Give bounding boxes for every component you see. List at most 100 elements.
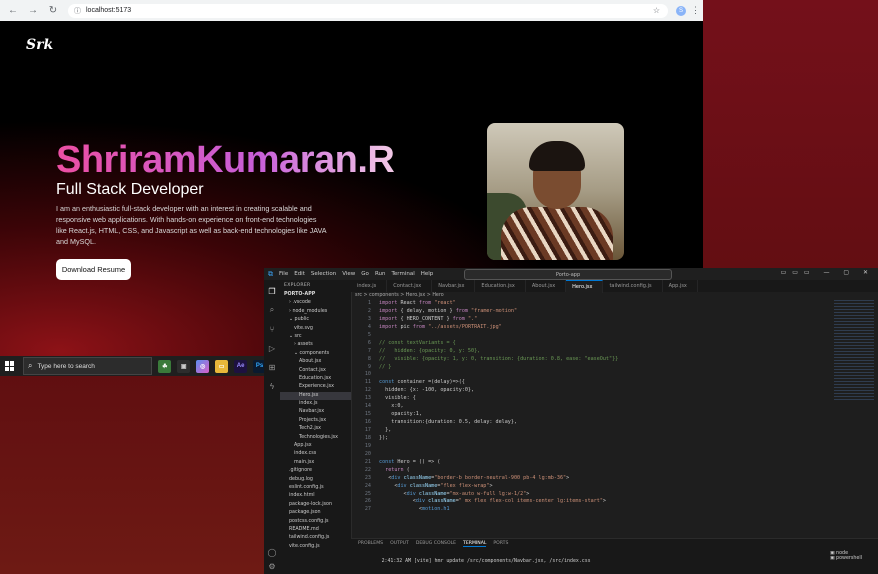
profile-photo — [487, 123, 624, 260]
run-debug-icon[interactable]: ▷ — [264, 340, 280, 356]
terminal-output[interactable]: 2:41:32 AM [vite] hmr update /src/compon… — [351, 548, 878, 570]
source-control-icon[interactable]: ⑂ — [264, 321, 280, 337]
tree-item[interactable]: ⌄ src — [280, 333, 351, 341]
code-line: 16 transition:{duration: 0.5, delay: del… — [364, 419, 518, 426]
panel-tab[interactable]: PROBLEMS — [358, 541, 383, 546]
panel-tabs: PROBLEMS OUTPUT DEBUG CONSOLE TERMINAL PORTS — [351, 539, 878, 548]
widget-icon[interactable]: ☘ — [158, 359, 172, 373]
tree-item[interactable]: Contact.jsx — [280, 367, 351, 375]
menu-file[interactable]: File — [279, 271, 288, 277]
tree-item[interactable]: Experience.jsx — [280, 383, 351, 391]
command-center-search[interactable]: Porto-app — [464, 269, 672, 280]
tree-item[interactable]: Navbar.jsx — [280, 408, 351, 416]
window-controls[interactable]: ▭▭▭ — ▢ ✕ — [781, 269, 874, 276]
panel-tab[interactable]: DEBUG CONSOLE — [416, 541, 456, 546]
code-line: 2 import { delay, motion } from "framer-m… — [367, 307, 518, 314]
tree-item[interactable]: README.md — [280, 526, 351, 534]
tree-item[interactable]: tailwind.config.js — [280, 534, 351, 542]
editor-tab[interactable]: App.jsx — [663, 280, 698, 292]
address-bar[interactable]: ⓘ localhost:5173 ☆ — [68, 3, 668, 18]
tree-item[interactable]: ⌄ public — [280, 316, 351, 324]
panel-tab[interactable]: OUTPUT — [390, 541, 409, 546]
extensions-icon[interactable]: ⊞ — [264, 359, 280, 375]
settings-gear-icon[interactable]: ⚙ — [264, 558, 280, 574]
terminal-session[interactable]: ▣ powershell — [830, 556, 874, 561]
tree-item[interactable]: › .vscode — [280, 299, 351, 307]
menu-kebab-icon[interactable]: ⋮ — [691, 5, 700, 16]
download-resume-button[interactable]: Download Resume — [56, 259, 131, 280]
tree-item[interactable]: Projects.jsx — [280, 417, 351, 425]
tree-item[interactable]: Technologies.jsx — [280, 434, 351, 442]
taskbar-search[interactable]: ⌕ Type here to search — [22, 357, 153, 375]
editor-tab[interactable]: Navbar.jsx — [432, 280, 476, 292]
editor-tab[interactable]: Contact.jsx — [387, 280, 433, 292]
tree-item[interactable]: package-lock.json — [280, 501, 351, 509]
tree-item[interactable]: index.js — [280, 400, 351, 408]
after-effects-icon[interactable]: Ae — [234, 359, 248, 373]
tree-item[interactable]: eslint.config.js — [280, 484, 351, 492]
back-icon[interactable]: ← — [6, 4, 20, 18]
profile-avatar[interactable]: S — [676, 5, 686, 16]
minimap[interactable] — [834, 300, 874, 400]
file-tree: PORTO-APP › .vscode › node_modules ⌄ public… — [280, 291, 351, 551]
explorer-icon[interactable]: ❐ — [264, 283, 280, 299]
code-editor[interactable]: 1 import React from "react" 2 import { dela… — [351, 300, 831, 538]
menu-edit[interactable]: Edit — [294, 271, 305, 277]
command-center-text: Porto-app — [555, 271, 581, 278]
windows-start-icon[interactable] — [5, 361, 15, 371]
thunder-client-icon[interactable]: ϟ — [264, 378, 280, 394]
tree-item[interactable]: PORTO-APP — [280, 291, 351, 299]
panel-tab[interactable]: TERMINAL — [463, 541, 487, 547]
code-line: 9// } — [367, 363, 392, 370]
forward-icon[interactable]: → — [26, 4, 40, 18]
tree-item[interactable]: postcss.config.js — [280, 518, 351, 526]
code-line: 1 import React from "react" — [367, 300, 456, 306]
reload-icon[interactable]: ↻ — [46, 4, 60, 18]
editor-area: index.js Contact.jsx Navbar.jsx Education.j… — [351, 280, 878, 574]
vscode-titlebar: ⧉ File Edit Selection View Go Run Termin… — [264, 268, 878, 280]
tree-item[interactable]: App.jsx — [280, 442, 351, 450]
tree-item[interactable]: Tech2.jsx — [280, 425, 351, 433]
editor-tab[interactable]: index.js — [351, 280, 388, 292]
tree-item[interactable]: index.html — [280, 492, 351, 500]
menu-help[interactable]: Help — [421, 271, 434, 277]
editor-tab[interactable]: About.jsx — [526, 280, 567, 292]
tree-item[interactable]: vite.config.js — [280, 543, 351, 551]
site-logo[interactable]: Srk — [26, 37, 53, 53]
bookmark-star-icon[interactable]: ☆ — [653, 6, 660, 15]
explorer-sidebar: EXPLORER PORTO-APP › .vscode › node_module… — [280, 280, 352, 574]
search-icon[interactable]: ⌕ — [264, 302, 280, 318]
code-line: 10 — [364, 371, 371, 378]
tree-item[interactable]: .gitignore — [280, 467, 351, 475]
file-explorer-icon[interactable]: ▭ — [215, 359, 229, 373]
tree-item[interactable]: package.json — [280, 509, 351, 517]
tree-item[interactable]: vite.svg — [280, 325, 351, 333]
tree-item[interactable]: index.css — [280, 450, 351, 458]
tree-item[interactable]: About.jsx — [280, 358, 351, 366]
editor-tab[interactable]: Hero.jsx — [566, 280, 604, 293]
menu-terminal[interactable]: Terminal — [391, 271, 414, 277]
code-line: 18}); — [364, 434, 389, 441]
menu-go[interactable]: Go — [361, 271, 369, 277]
editor-tabs: index.js Contact.jsx Navbar.jsx Education.j… — [351, 280, 878, 293]
tree-item[interactable]: › assets — [280, 341, 351, 349]
menu-view[interactable]: View — [342, 271, 355, 277]
browser-toolbar: ← → ↻ ⓘ localhost:5173 ☆ S ⋮ — [0, 0, 703, 22]
copilot-icon[interactable]: ◎ — [196, 359, 210, 373]
editor-tab[interactable]: tailwind.config.js — [603, 280, 663, 292]
tree-item[interactable]: Hero.jsx — [280, 391, 351, 401]
tree-item[interactable]: › node_modules — [280, 308, 351, 316]
tree-item[interactable]: Education.jsx — [280, 375, 351, 383]
task-view-icon[interactable]: ▣ — [177, 359, 191, 373]
editor-tab[interactable]: Education.jsx — [475, 280, 526, 292]
breadcrumb[interactable]: src > components > Hero.jsx > Hero — [351, 292, 878, 300]
tree-item[interactable]: debug.log — [280, 476, 351, 484]
tree-item[interactable]: ⌄ components — [280, 350, 351, 358]
tree-item[interactable]: main.jsx — [280, 459, 351, 467]
panel-tab[interactable]: PORTS — [493, 541, 508, 546]
menu-selection[interactable]: Selection — [311, 271, 336, 277]
code-line: 3 import { HERO_CONTENT } from "." — [367, 315, 478, 322]
search-icon: ⌕ — [27, 361, 33, 370]
site-info-icon[interactable]: ⓘ — [74, 6, 81, 16]
menu-run[interactable]: Run — [375, 271, 386, 277]
